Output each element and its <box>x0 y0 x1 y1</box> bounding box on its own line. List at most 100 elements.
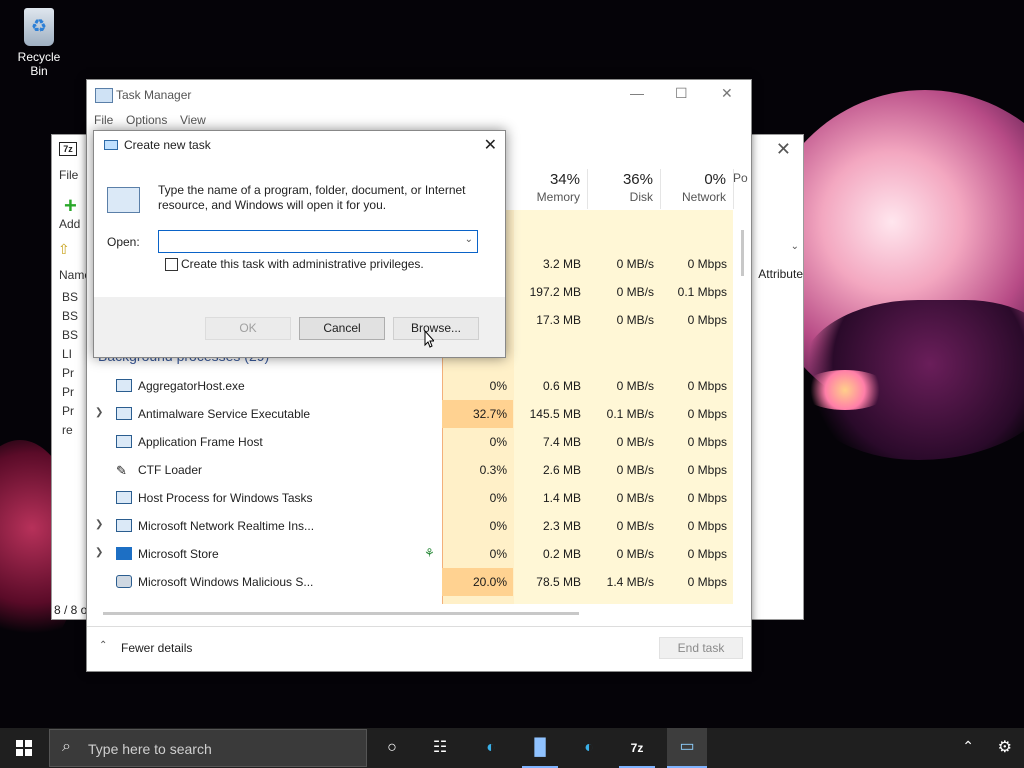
add-icon[interactable]: + <box>64 193 77 219</box>
cortana-icon[interactable]: ○ <box>378 734 406 762</box>
table-row[interactable]: Host Process for Windows Tasks 0% 1.4 MB… <box>87 484 735 512</box>
memory-value: 7.4 MB <box>542 435 581 449</box>
menu-options[interactable]: Options <box>126 113 167 127</box>
memory-value: 0.6 MB <box>542 379 581 393</box>
process-icon <box>116 519 132 532</box>
cpu-value: 32.7% <box>472 407 507 421</box>
cpu-value: 0% <box>489 379 507 393</box>
network-value: 0 Mbps <box>687 257 727 271</box>
7zip-icon[interactable]: 7z <box>623 734 651 762</box>
network-value: 0 Mbps <box>687 491 727 505</box>
chevron-up-icon[interactable]: ⌃ <box>99 640 107 651</box>
admin-privileges-label[interactable]: Create this task with administrative pri… <box>181 257 424 271</box>
process-name: CTF Loader <box>138 463 203 477</box>
ok-button[interactable]: OK <box>205 317 291 340</box>
table-row[interactable]: ✎ CTF Loader 0.3% 2.6 MB 0 MB/s 0 Mbps <box>87 456 735 484</box>
disk-label: Disk <box>629 190 653 204</box>
attributes-column-header[interactable]: Attribute <box>758 267 803 281</box>
menu-view[interactable]: View <box>180 113 206 127</box>
chevron-down-icon[interactable]: ⌄ <box>465 234 473 245</box>
network-column-header[interactable]: 0% Network <box>660 169 734 209</box>
fewer-details-link[interactable]: Fewer details <box>121 641 192 655</box>
chevron-right-icon[interactable]: ❯ <box>95 407 103 418</box>
task-manager-taskbar-icon[interactable]: █ <box>526 734 554 762</box>
process-icon <box>116 407 132 420</box>
power-column-header[interactable]: Po <box>733 169 749 209</box>
process-name: Host Process for Windows Tasks <box>138 491 313 505</box>
list-item[interactable]: Pr <box>62 366 74 380</box>
open-input[interactable] <box>159 231 457 250</box>
store-icon <box>116 547 132 560</box>
task-manager-icon <box>107 187 140 213</box>
maximize-icon[interactable]: ☐ <box>675 85 688 102</box>
chevron-up-icon[interactable]: ⌃ <box>962 738 974 755</box>
end-task-button[interactable]: End task <box>659 637 743 659</box>
table-row[interactable]: ❯ Antimalware Service Executable 32.7% 1… <box>87 400 735 428</box>
vertical-scrollbar[interactable] <box>741 230 744 276</box>
table-row[interactable]: ❯ Microsoft Network Realtime Ins... 0% 2… <box>87 512 735 540</box>
edge-icon[interactable]: ◐ <box>477 734 505 762</box>
list-item[interactable]: Pr <box>62 385 74 399</box>
chevron-right-icon[interactable]: ❯ <box>95 519 103 530</box>
up-folder-icon[interactable]: ⇧ <box>58 241 70 258</box>
open-combobox[interactable]: ⌄ <box>158 230 478 253</box>
minimize-icon[interactable]: — <box>630 85 644 101</box>
network-value: 0 Mbps <box>687 463 727 477</box>
run-icon <box>104 140 118 150</box>
network-value: 0.1 Mbps <box>677 285 727 299</box>
cpu-value: 0% <box>489 435 507 449</box>
search-icon: ⌕ <box>62 738 71 755</box>
recycle-bin-shortcut[interactable]: Recycle Bin <box>8 8 70 78</box>
close-icon[interactable]: ✕ <box>776 139 791 160</box>
memory-column-header[interactable]: 34% Memory <box>514 169 588 209</box>
menu-file[interactable]: File <box>94 113 113 127</box>
edge-icon[interactable]: ◐ <box>575 734 603 762</box>
taskbar: ⌕ Type here to search ○ ☷ ◐ █ ◐ 7z ▭ ⌃ ⚙ <box>0 728 1024 768</box>
chevron-right-icon[interactable]: ❯ <box>95 547 103 558</box>
network-value: 0 Mbps <box>687 379 727 393</box>
close-icon[interactable]: ✕ <box>484 135 497 155</box>
dialog-body: Type the name of a program, folder, docu… <box>94 159 505 297</box>
table-row[interactable]: Application Frame Host 0% 7.4 MB 0 MB/s … <box>87 428 735 456</box>
task-view-icon[interactable]: ☷ <box>426 734 454 762</box>
disk-value: 0 MB/s <box>616 435 654 449</box>
windows-start-icon[interactable] <box>16 740 32 756</box>
process-icon <box>116 379 132 392</box>
disk-column-header[interactable]: 36% Disk <box>587 169 661 209</box>
horizontal-scrollbar[interactable] <box>95 612 735 615</box>
dialog-title-bar[interactable]: Create new task ✕ <box>94 131 505 159</box>
run-dialog-taskbar-icon[interactable]: ▭ <box>667 728 707 766</box>
table-row[interactable]: ❯ Microsoft Store ⚘ 0% 0.2 MB 0 MB/s 0 M… <box>87 540 735 568</box>
close-icon[interactable]: ✕ <box>721 85 733 102</box>
dialog-title: Create new task <box>124 138 211 152</box>
network-percent: 0% <box>704 171 726 188</box>
table-row[interactable]: Microsoft Windows Malicious S... 20.0% 7… <box>87 568 735 596</box>
dialog-description: Type the name of a program, folder, docu… <box>158 183 466 212</box>
footer: ⌃ Fewer details End task <box>87 626 751 672</box>
list-item[interactable]: BS <box>62 290 78 304</box>
title-bar[interactable]: Task Manager — ☐ ✕ <box>87 80 751 110</box>
checkbox-box[interactable] <box>165 258 178 271</box>
browse-button[interactable]: Browse... <box>393 317 479 340</box>
network-value: 0 Mbps <box>687 435 727 449</box>
cpu-value: 0% <box>489 547 507 561</box>
menu-file[interactable]: File <box>59 168 78 182</box>
window-title: Task Manager <box>116 88 192 102</box>
create-new-task-dialog[interactable]: Create new task ✕ Type the name of a pro… <box>93 130 506 358</box>
list-item[interactable]: Pr <box>62 404 74 418</box>
taskbar-search-box[interactable]: ⌕ Type here to search <box>49 729 367 767</box>
chevron-down-icon[interactable]: ⌄ <box>791 241 799 252</box>
process-name: Application Frame Host <box>138 435 263 449</box>
list-item[interactable]: BS <box>62 309 78 323</box>
table-row[interactable]: AggregatorHost.exe 0% 0.6 MB 0 MB/s 0 Mb… <box>87 372 735 400</box>
process-name: Microsoft Store <box>138 547 219 561</box>
list-item[interactable]: BS <box>62 328 78 342</box>
cpu-value: 0% <box>489 491 507 505</box>
list-item[interactable]: LI <box>62 347 72 361</box>
disk-value: 0 MB/s <box>616 285 654 299</box>
cancel-button[interactable]: Cancel <box>299 317 385 340</box>
list-item[interactable]: re <box>62 423 73 437</box>
power-label: Po <box>733 171 748 185</box>
gear-icon[interactable]: ⚙ <box>998 737 1012 757</box>
mouse-cursor-icon <box>424 330 434 348</box>
